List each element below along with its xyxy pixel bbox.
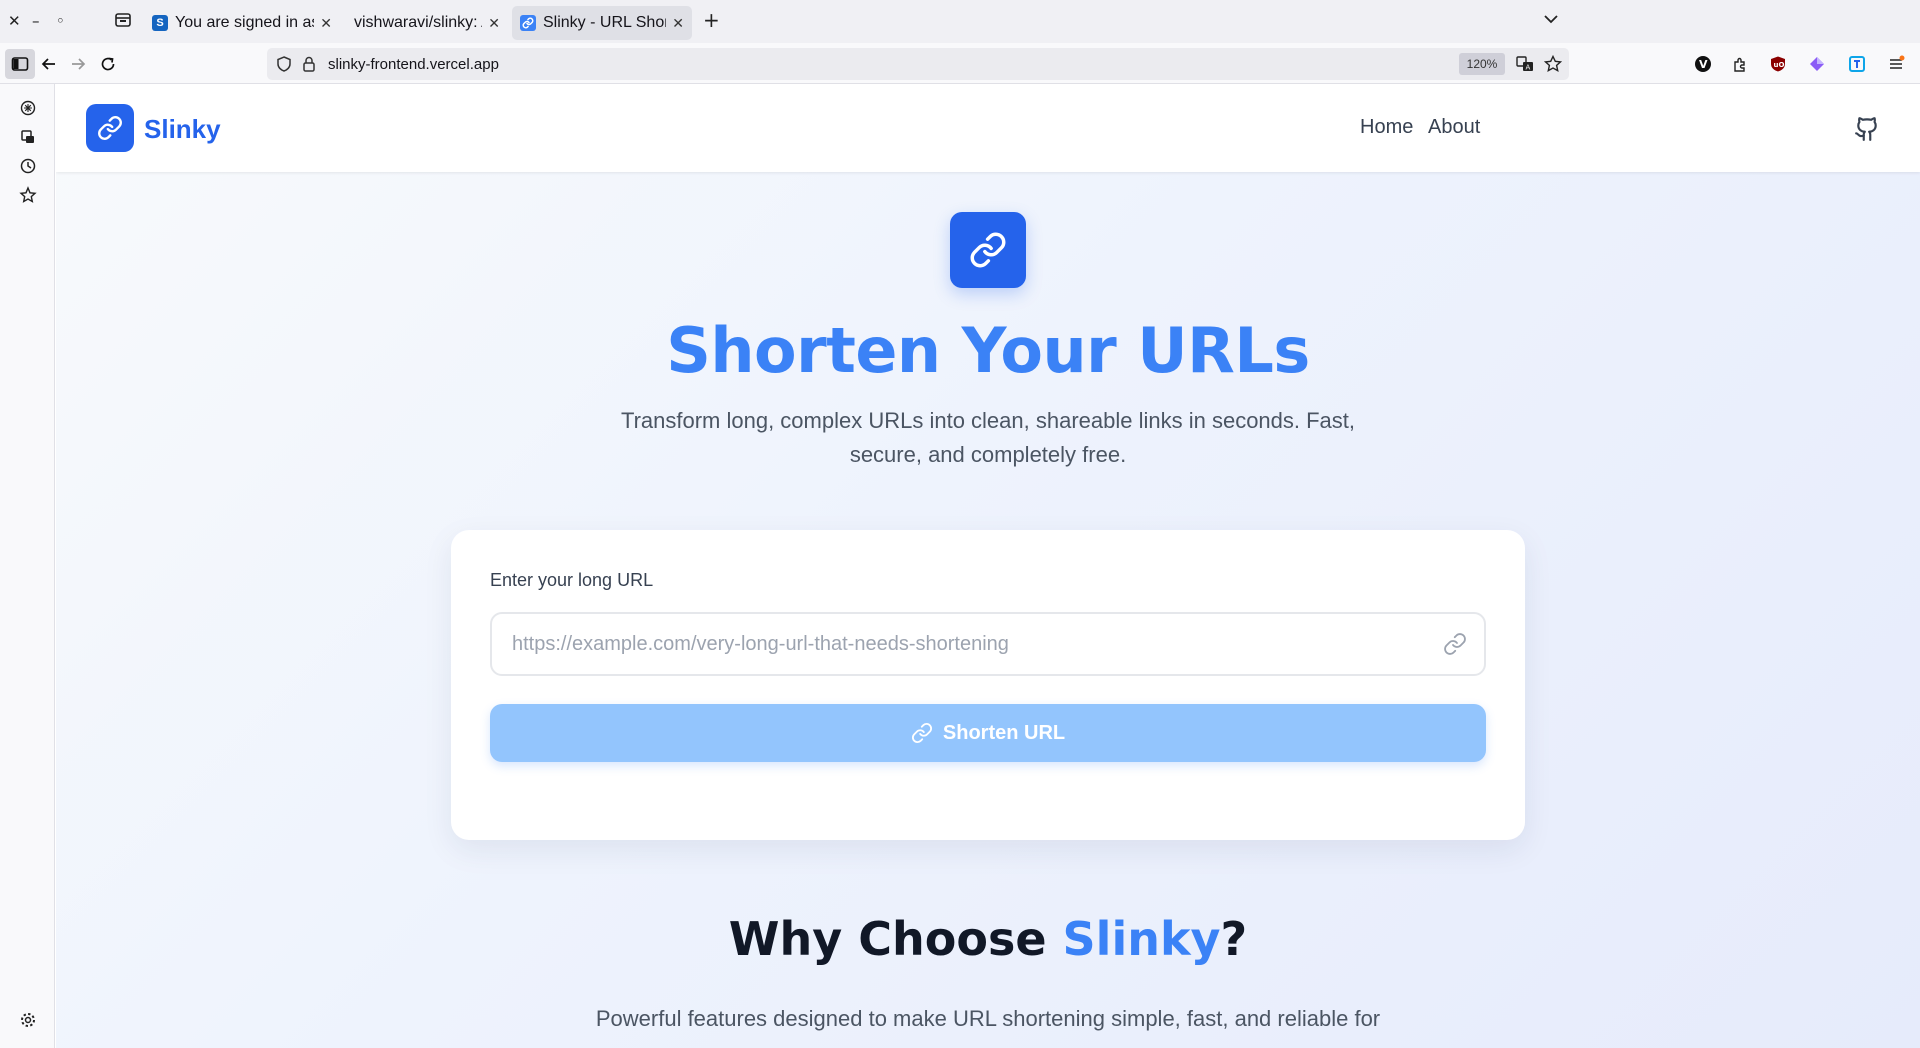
- synced-tabs-icon[interactable]: [18, 127, 38, 147]
- browser-tab-slinky[interactable]: Slinky - URL Shortener ✕: [512, 6, 692, 40]
- tab-groups-icon[interactable]: [113, 10, 133, 30]
- shorten-button-label: Shorten URL: [942, 721, 1066, 744]
- url-text[interactable]: slinky-frontend.vercel.app: [328, 56, 499, 73]
- extension-translate-box-icon[interactable]: [1847, 54, 1867, 74]
- tab-close-icon[interactable]: ✕: [320, 15, 332, 32]
- window-restore-button[interactable]: ◦: [56, 12, 65, 30]
- extensions-puzzle-icon[interactable]: [1730, 54, 1750, 74]
- history-clock-icon[interactable]: [18, 156, 38, 176]
- brand-name[interactable]: Slinky: [144, 114, 221, 145]
- tab-close-icon[interactable]: ✕: [488, 15, 500, 32]
- extension-gem-icon[interactable]: [1807, 54, 1827, 74]
- input-link-icon: [1443, 632, 1467, 656]
- tab-favicon-icon: S: [152, 15, 168, 31]
- browser-tab-signed-in[interactable]: S You are signed in as rojith ✕: [144, 6, 340, 40]
- zoom-level-badge[interactable]: 120%: [1459, 53, 1505, 75]
- nav-link-home[interactable]: Home: [1360, 116, 1413, 139]
- tab-title: Slinky - URL Shortener: [543, 14, 667, 31]
- customize-gear-icon[interactable]: [18, 1010, 38, 1030]
- window-minimize-button[interactable]: –: [32, 12, 40, 30]
- tracking-shield-icon[interactable]: [275, 55, 293, 78]
- browser-tab-github[interactable]: vishwaravi/slinky: A simple ✕: [346, 6, 508, 40]
- svg-text:A: A: [1526, 64, 1531, 72]
- svg-text:uO: uO: [1774, 61, 1785, 69]
- url-input-label: Enter your long URL: [490, 570, 654, 590]
- why-choose-heading: Why Choose Slinky?: [488, 912, 1488, 966]
- bookmark-star-icon[interactable]: [1543, 54, 1563, 79]
- tab-title: vishwaravi/slinky: A simple: [354, 14, 482, 31]
- browser-toolbar: slinky-frontend.vercel.app 120% A V uO: [0, 43, 1920, 84]
- tab-favicon-link-icon: [520, 15, 536, 31]
- chatbot-icon[interactable]: [18, 98, 38, 118]
- svg-text:V: V: [1699, 58, 1708, 71]
- hero-subtitle: Transform long, complex URLs into clean,…: [620, 408, 1356, 467]
- new-tab-button[interactable]: +: [703, 8, 720, 32]
- shorten-url-button[interactable]: Shorten URL: [490, 704, 1486, 762]
- forward-button[interactable]: [63, 49, 93, 79]
- back-button[interactable]: [34, 49, 64, 79]
- button-link-icon: [911, 722, 932, 744]
- sidebar-toggle-button[interactable]: [5, 49, 35, 79]
- browser-tab-strip: ✕ – ◦ S You are signed in as rojith ✕ vi…: [0, 0, 1920, 43]
- reload-button[interactable]: [93, 49, 123, 79]
- tab-close-icon[interactable]: ✕: [672, 15, 684, 32]
- ublock-origin-icon[interactable]: uO: [1768, 54, 1788, 74]
- hero-link-icon: [950, 212, 1026, 288]
- long-url-input[interactable]: [490, 612, 1486, 676]
- shorten-form-card: Enter your long URL Shorten URL: [451, 530, 1525, 840]
- extension-v-icon[interactable]: V: [1693, 54, 1713, 74]
- why-title-suffix: ?: [1220, 912, 1248, 966]
- why-title-highlight: Slinky: [1062, 912, 1221, 966]
- window-close-button[interactable]: ✕: [8, 12, 21, 30]
- hero-title: Shorten Your URLs: [666, 314, 1310, 387]
- bookmarks-star-icon[interactable]: [18, 185, 38, 205]
- github-icon[interactable]: [1854, 116, 1880, 142]
- why-choose-subtitle: Powerful features designed to make URL s…: [595, 1006, 1381, 1048]
- address-bar[interactable]: slinky-frontend.vercel.app 120% A: [267, 48, 1569, 80]
- site-header: Slinky Home About: [56, 84, 1920, 172]
- tab-list-chevron-down-icon[interactable]: [1542, 12, 1560, 31]
- tab-title: You are signed in as rojith: [175, 14, 314, 31]
- browser-sidebar: [0, 84, 55, 1048]
- lock-icon[interactable]: [301, 55, 317, 78]
- why-title-prefix: Why Choose: [728, 912, 1063, 966]
- translate-icon[interactable]: A: [1515, 54, 1535, 79]
- brand-logo-link-icon[interactable]: [86, 104, 134, 152]
- app-menu-icon[interactable]: [1886, 54, 1906, 74]
- nav-link-about[interactable]: About: [1428, 116, 1480, 139]
- web-page: Slinky Home About Shorten Your URLs Tran…: [56, 84, 1920, 1048]
